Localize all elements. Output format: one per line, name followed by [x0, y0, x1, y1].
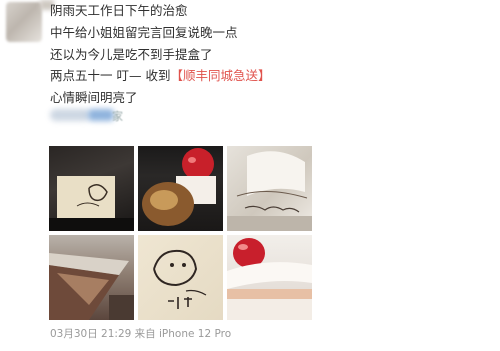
photo-6[interactable]: [227, 235, 312, 320]
photo-5-illustration: [153, 249, 207, 309]
blur-block: [50, 109, 90, 121]
post-meta: 03月30日 21:29 来自 iPhone 12 Pro: [50, 328, 232, 340]
photo-3-illustration: [227, 151, 312, 231]
photo-1-illustration: [49, 176, 134, 231]
post-text-line-5: 心情瞬间明亮了: [50, 90, 138, 105]
post-text-line-1: 阴雨天工作日下午的治愈: [50, 3, 188, 18]
post-text-line-4-prefix: 两点五十一 叮— 收到: [50, 68, 171, 83]
link-bracket-open: 【: [170, 68, 183, 83]
blurred-mention: 家: [50, 107, 140, 123]
photo-4[interactable]: [49, 235, 134, 320]
photo-3[interactable]: [227, 146, 312, 231]
photo-2-illustration: [142, 148, 216, 226]
photo-2[interactable]: [138, 146, 223, 231]
post-text-line-2: 中午给小姐姐留完言回复说晚一点: [50, 25, 238, 40]
blur-highlight: [88, 109, 114, 121]
photo-6-illustration: [227, 238, 312, 320]
post-text-line-4: 两点五十一 叮— 收到【顺丰同城急送】: [50, 68, 271, 84]
photo-4-illustration: [49, 253, 134, 320]
courier-link[interactable]: 顺丰同城急送: [183, 68, 258, 83]
photo-1[interactable]: [49, 146, 134, 231]
photo-5[interactable]: [138, 235, 223, 320]
link-bracket-close: 】: [257, 68, 271, 83]
user-avatar[interactable]: [6, 2, 42, 42]
post-text-line-3: 还以为今儿是吃不到手提盒了: [50, 47, 213, 62]
blurred-text: 家: [112, 110, 123, 123]
